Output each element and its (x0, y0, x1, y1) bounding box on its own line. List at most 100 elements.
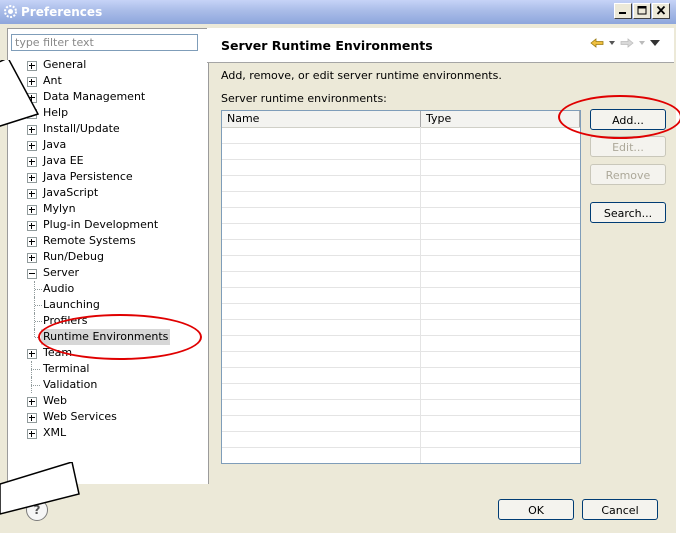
preferences-window: Preferences type filter text General Ant D… (0, 0, 676, 533)
maximize-icon (637, 6, 647, 15)
tree-item[interactable]: Terminal (0, 361, 205, 377)
tree-item-label: Plug-in Development (43, 218, 159, 231)
table-row (222, 239, 580, 240)
tree-item-label: Validation (43, 378, 98, 391)
edit-button[interactable]: Edit... (590, 136, 666, 157)
tree-item-label: Terminal (43, 362, 90, 375)
tree-item[interactable]: Web Services (0, 409, 205, 425)
tree-item-label: Web Services (43, 410, 117, 423)
table-row (222, 367, 580, 368)
expand-icon[interactable] (27, 397, 37, 407)
remove-button[interactable]: Remove (590, 164, 666, 185)
tree-item[interactable]: Mylyn (0, 201, 205, 217)
tree-item[interactable]: Remote Systems (0, 233, 205, 249)
expand-icon[interactable] (27, 349, 37, 359)
runtime-environments-table[interactable]: Name Type (221, 110, 581, 464)
button-bar (0, 484, 676, 533)
table-row (222, 447, 580, 448)
table-row (222, 303, 580, 304)
tree-item[interactable]: Plug-in Development (0, 217, 205, 233)
tree-connector (34, 329, 35, 337)
expand-icon[interactable] (27, 221, 37, 231)
tree-item[interactable]: Audio (0, 281, 205, 297)
page-title: Server Runtime Environments (221, 38, 433, 53)
highlight-runtime-environments (38, 314, 202, 360)
tree-item[interactable]: XML (0, 425, 205, 441)
table-row (222, 223, 580, 224)
tree-item[interactable]: Server (0, 265, 205, 281)
tree-item-label: XML (43, 426, 67, 439)
tree-item-label: Launching (43, 298, 100, 311)
tree-item[interactable]: Run/Debug (0, 249, 205, 265)
tree-item-label: JavaScript (43, 186, 99, 199)
view-menu-icon[interactable] (650, 40, 660, 46)
expand-icon[interactable] (27, 413, 37, 423)
back-dropdown-icon[interactable] (609, 41, 615, 45)
ok-button[interactable]: OK (498, 499, 574, 520)
table-row (222, 271, 580, 272)
tree-item-label: Server (43, 266, 80, 279)
search-button[interactable]: Search... (590, 202, 666, 223)
table-row (222, 319, 580, 320)
table-row (222, 207, 580, 208)
expand-icon[interactable] (27, 429, 37, 439)
tree-item-label: Run/Debug (43, 250, 104, 263)
table-row (222, 143, 580, 144)
title-bar[interactable]: Preferences (0, 0, 676, 24)
expand-icon[interactable] (27, 157, 37, 167)
table-row (222, 255, 580, 256)
column-gridline (420, 127, 421, 463)
expand-icon[interactable] (27, 173, 37, 183)
tree-connector (31, 377, 32, 393)
table-row (222, 159, 580, 160)
tree-item-label: Java Persistence (43, 170, 133, 183)
forward-dropdown-icon[interactable] (639, 41, 645, 45)
expand-icon[interactable] (27, 205, 37, 215)
page-description: Add, remove, or edit server runtime envi… (221, 69, 502, 82)
tree-item[interactable]: Java EE (0, 153, 205, 169)
column-header-type[interactable]: Type (421, 112, 451, 126)
tree-item[interactable]: Java Persistence (0, 169, 205, 185)
cancel-button[interactable]: Cancel (582, 499, 658, 520)
expand-icon[interactable] (27, 141, 37, 151)
filter-input[interactable]: type filter text (11, 34, 198, 51)
window-title: Preferences (21, 5, 103, 19)
page-header: Server Runtime Environments (207, 28, 674, 63)
tree-connector (35, 305, 42, 306)
table-row (222, 191, 580, 192)
expand-icon[interactable] (27, 237, 37, 247)
tree-connector (31, 369, 40, 370)
tree-item[interactable]: Web (0, 393, 205, 409)
collapse-icon[interactable] (27, 269, 37, 279)
tree-item-label: Audio (43, 282, 75, 295)
expand-icon[interactable] (27, 189, 37, 199)
close-icon (656, 6, 666, 15)
tree-item[interactable]: Launching (0, 297, 205, 313)
table-row (222, 415, 580, 416)
table-row (222, 287, 580, 288)
minimize-button[interactable] (614, 3, 632, 19)
back-arrow-icon[interactable] (590, 38, 604, 48)
tree-item-label: Mylyn (43, 202, 76, 215)
tree-item[interactable]: Validation (0, 377, 205, 393)
callout-arrow-top (0, 60, 40, 127)
table-row (222, 175, 580, 176)
table-header: Name Type (222, 111, 580, 128)
maximize-button[interactable] (633, 3, 651, 19)
tree-item-label: Java (43, 138, 67, 151)
tree-item[interactable]: JavaScript (0, 185, 205, 201)
tree-item-label: Remote Systems (43, 234, 136, 247)
close-button[interactable] (652, 3, 670, 19)
column-header-name[interactable]: Name (222, 112, 259, 126)
tree-connector (31, 385, 40, 386)
expand-icon[interactable] (27, 253, 37, 263)
preferences-icon (4, 5, 17, 18)
tree-item[interactable]: Java (0, 137, 205, 153)
tree-connector (31, 361, 32, 377)
table-row (222, 335, 580, 336)
tree-item-label: Java EE (43, 154, 84, 167)
table-row (222, 431, 580, 432)
table-row (222, 399, 580, 400)
callout-arrow-bottom (0, 462, 80, 515)
forward-arrow-icon[interactable] (620, 38, 634, 48)
